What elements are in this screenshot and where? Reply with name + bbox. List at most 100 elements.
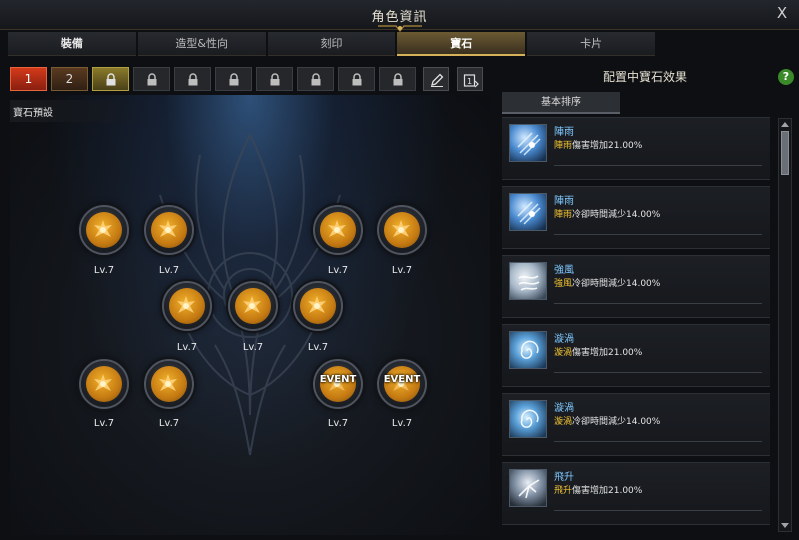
- preset-slot-locked[interactable]: [174, 67, 211, 91]
- effect-skill: 漩渦: [554, 417, 573, 427]
- close-button[interactable]: X: [773, 4, 791, 24]
- copy-preset-button[interactable]: 1: [457, 67, 483, 91]
- preset-slot-1[interactable]: 1: [10, 67, 47, 91]
- preset-slot-locked[interactable]: [133, 67, 170, 91]
- effect-item: 漩渦 漩渦冷卻時間減少14.00%: [502, 393, 770, 456]
- title-bar: 角色資訊 X: [0, 0, 799, 32]
- lock-icon: [229, 73, 239, 86]
- tab-appearance[interactable]: 造型&性向: [137, 32, 266, 56]
- preset-slot-locked[interactable]: [338, 67, 375, 91]
- preset-slot-locked[interactable]: [256, 67, 293, 91]
- scroll-down-icon[interactable]: [780, 521, 790, 530]
- gem-level: Lv.7: [391, 265, 413, 276]
- tab-gems[interactable]: 寶石: [397, 32, 526, 56]
- divider: [554, 441, 762, 442]
- gem-level: Lv.7: [327, 418, 349, 429]
- effect-list-scrollbar[interactable]: [778, 118, 792, 532]
- effect-item: 漩渦 漩渦傷害增加21.00%: [502, 324, 770, 387]
- gem-flame-icon: [94, 374, 112, 391]
- effect-name: 強風: [554, 265, 574, 276]
- window-title: 角色資訊: [371, 10, 428, 25]
- help-icon[interactable]: ?: [778, 69, 794, 85]
- gem-slot[interactable]: [144, 359, 194, 409]
- lock-icon: [270, 73, 280, 86]
- effect-desc: 陣雨冷卻時間減少14.00%: [554, 207, 660, 220]
- tab-engraving[interactable]: 刻印: [267, 32, 396, 56]
- svg-text:1: 1: [467, 77, 472, 86]
- effect-item: 陣雨 陣雨傷害增加21.00%: [502, 117, 770, 180]
- effect-name: 飛升: [554, 472, 574, 483]
- effect-text: 傷害增加21.00%: [572, 348, 643, 358]
- effect-desc: 陣雨傷害增加21.00%: [554, 138, 642, 151]
- soar-skill-icon: [509, 469, 547, 507]
- effect-desc: 強風冷卻時間減少14.00%: [554, 276, 660, 289]
- gem-level: Lv.7: [158, 265, 180, 276]
- preset-slot-locked[interactable]: [297, 67, 334, 91]
- gem-slot[interactable]: EVENT: [313, 359, 363, 409]
- tab-bar: 裝備 造型&性向 刻印 寶石 卡片: [8, 32, 655, 56]
- gem-slot[interactable]: [162, 281, 212, 331]
- lock-icon: [311, 73, 321, 86]
- effect-skill: 陣雨: [554, 141, 573, 151]
- effect-name: 陣雨: [554, 196, 574, 207]
- preset-copy-icon: 1: [463, 74, 479, 88]
- gem-flame-icon: [159, 220, 177, 237]
- gem-slot[interactable]: [377, 205, 427, 255]
- gem-flame-icon: [308, 296, 326, 313]
- preset-slot-locked[interactable]: [92, 67, 129, 91]
- tab-equipment[interactable]: 裝備: [8, 32, 136, 56]
- sort-tab[interactable]: 基本排序: [502, 92, 620, 114]
- gem-slot[interactable]: [293, 281, 343, 331]
- lock-icon: [188, 73, 198, 86]
- gem-slot[interactable]: [79, 359, 129, 409]
- gem-flame-icon: [392, 220, 410, 237]
- gem-level: Lv.7: [176, 342, 198, 353]
- lock-icon: [393, 73, 403, 86]
- effect-text: 冷卻時間減少14.00%: [572, 417, 661, 427]
- divider: [554, 165, 762, 166]
- divider: [554, 303, 762, 304]
- divider: [554, 372, 762, 373]
- scroll-up-icon[interactable]: [780, 120, 790, 129]
- effect-item: 陣雨 陣雨冷卻時間減少14.00%: [502, 186, 770, 249]
- effect-desc: 飛升傷害增加21.00%: [554, 483, 642, 496]
- gem-slot[interactable]: [79, 205, 129, 255]
- gem-effect-list: 陣雨 陣雨傷害增加21.00% 陣雨 陣雨冷卻時間減少14.00% 強風 強風冷…: [500, 117, 772, 532]
- vortex-skill-icon: [509, 400, 547, 438]
- gem-level: Lv.7: [158, 418, 180, 429]
- gem-level: Lv.7: [242, 342, 264, 353]
- gem-slot[interactable]: [313, 205, 363, 255]
- gem-preset-label: 寶石預設: [10, 100, 150, 122]
- title-ornament-icon: [378, 25, 422, 32]
- gem-slot[interactable]: [144, 205, 194, 255]
- scroll-thumb[interactable]: [781, 131, 789, 175]
- edit-icon: [431, 73, 444, 87]
- effect-skill: 漩渦: [554, 348, 573, 358]
- preset-slot-locked[interactable]: [215, 67, 252, 91]
- preset-slot-locked[interactable]: [379, 67, 416, 91]
- panel-title: 配置中寶石效果: [602, 70, 687, 84]
- gem-level: Lv.7: [93, 418, 115, 429]
- effect-item: 飛升 飛升傷害增加21.00%: [502, 462, 770, 525]
- gem-flame-icon: [94, 220, 112, 237]
- gem-level: Lv.7: [307, 342, 329, 353]
- rain-skill-icon: [509, 193, 547, 231]
- preset-slot-2[interactable]: 2: [51, 67, 88, 91]
- gem-slot[interactable]: EVENT: [377, 359, 427, 409]
- gem-level: Lv.7: [391, 418, 413, 429]
- edit-preset-button[interactable]: [423, 67, 449, 91]
- event-badge: EVENT: [383, 374, 421, 385]
- effect-text: 傷害增加21.00%: [572, 486, 643, 496]
- effect-text: 傷害增加21.00%: [572, 141, 643, 151]
- effect-desc: 漩渦傷害增加21.00%: [554, 345, 642, 358]
- effect-text: 冷卻時間減少14.00%: [572, 279, 661, 289]
- gem-board: Lv.7 Lv.7 Lv.7 Lv.7 Lv.7 Lv.7 Lv.7 Lv.7 …: [10, 95, 490, 535]
- effect-skill: 陣雨: [554, 210, 573, 220]
- effect-skill: 飛升: [554, 486, 573, 496]
- divider: [554, 510, 762, 511]
- gem-slot[interactable]: [228, 281, 278, 331]
- effect-item: 強風 強風冷卻時間減少14.00%: [502, 255, 770, 318]
- tab-cards[interactable]: 卡片: [527, 32, 655, 56]
- effect-name: 漩渦: [554, 403, 574, 414]
- gem-flame-icon: [177, 296, 195, 313]
